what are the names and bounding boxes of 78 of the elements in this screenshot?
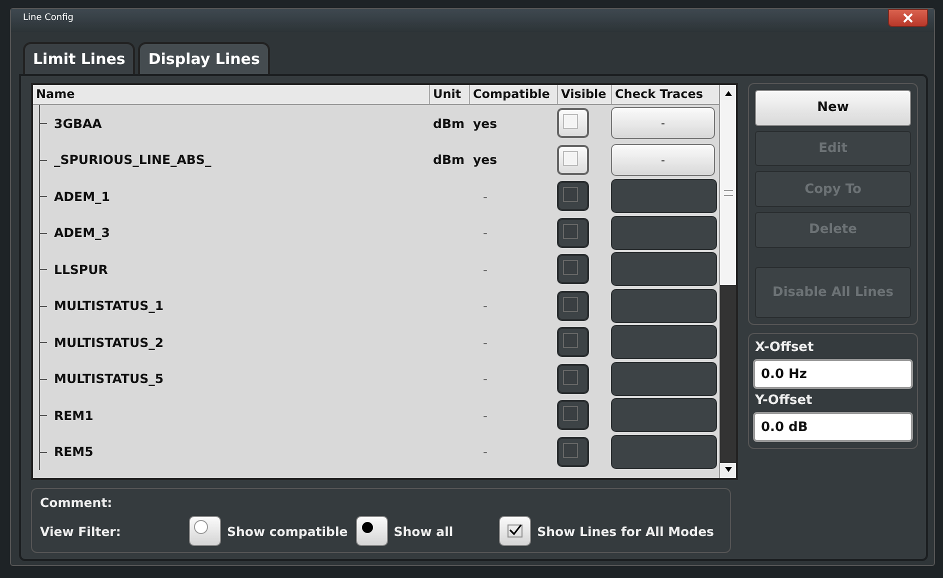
line-name[interactable]: ADEM_3	[50, 225, 110, 240]
close-button[interactable]	[888, 9, 928, 27]
tree-line	[39, 178, 50, 214]
compatible-text: -	[482, 444, 488, 460]
tab[interactable]: Limit Lines	[23, 42, 136, 74]
visible-checkbox[interactable]	[557, 181, 589, 212]
checkbox[interactable]	[499, 516, 532, 546]
compatible-text: -	[482, 188, 488, 204]
line-name[interactable]: MULTISTATUS_1	[50, 298, 164, 314]
radio-label[interactable]: Show compatible	[226, 524, 348, 538]
check-traces-button[interactable]: -	[611, 107, 715, 140]
column-header: Name	[35, 86, 76, 103]
visible-checkbox[interactable]	[557, 254, 589, 284]
visible-checkbox[interactable]	[557, 327, 589, 358]
compatible-text: -	[482, 225, 488, 240]
check-traces-button[interactable]	[611, 434, 717, 469]
comment-label: Comment:	[40, 495, 114, 510]
check-traces-button[interactable]	[611, 216, 717, 250]
check-traces-button[interactable]	[611, 325, 717, 360]
checkmark-icon	[507, 524, 524, 538]
line-name[interactable]: REM5	[50, 444, 94, 460]
tree-line	[39, 251, 50, 288]
check-traces-button[interactable]	[611, 288, 717, 323]
radio-button[interactable]	[188, 516, 221, 546]
check-traces-button[interactable]	[611, 362, 717, 396]
tree-line	[39, 397, 50, 434]
view-filter-label: View Filter:	[40, 524, 122, 538]
scrollbar[interactable]	[719, 85, 736, 478]
visible-checkbox[interactable]	[557, 108, 589, 138]
visible-checkbox[interactable]	[557, 144, 589, 175]
tree-line	[39, 105, 50, 142]
visible-checkbox[interactable]	[557, 218, 589, 248]
checkbox-label[interactable]: Show Lines for All Modes	[537, 524, 714, 538]
tree-line	[39, 288, 50, 324]
tree-line	[39, 142, 50, 178]
scroll-down-icon[interactable]	[724, 467, 732, 472]
line-name[interactable]: ADEM_1	[50, 188, 110, 204]
offset-field[interactable]: 0.0 Hz	[753, 359, 913, 389]
column-header: Compatible	[469, 85, 557, 104]
compatible-text: -	[482, 371, 488, 386]
radio-label[interactable]: Show all	[394, 524, 454, 538]
unit-text: dBm	[432, 152, 465, 168]
compatible-text: -	[482, 298, 488, 314]
column-header: Visible	[557, 85, 611, 104]
compatible-text: -	[482, 334, 488, 350]
check-traces-button[interactable]	[611, 398, 717, 432]
line-name[interactable]: MULTISTATUS_5	[50, 371, 164, 386]
compatible-text: -	[482, 262, 488, 277]
line-name[interactable]: MULTISTATUS_2	[50, 334, 164, 350]
line-name[interactable]: 3GBAA	[50, 116, 102, 131]
check-traces-button[interactable]: -	[611, 144, 715, 176]
compatible-text: -	[482, 408, 488, 423]
tab[interactable]: Display Lines	[138, 42, 270, 74]
offset-label: Y-Offset	[754, 393, 814, 408]
compatible-text: yes	[472, 152, 498, 168]
visible-checkbox[interactable]	[557, 436, 589, 467]
column-header: Unit	[429, 85, 469, 104]
radio-button[interactable]	[356, 516, 388, 546]
tree-line	[39, 434, 50, 470]
tree-line	[39, 214, 50, 251]
line-name[interactable]: LLSPUR	[50, 262, 108, 277]
visible-checkbox[interactable]	[557, 290, 589, 321]
window-title: Line Config	[22, 12, 74, 25]
check-traces-button[interactable]	[611, 252, 717, 286]
visible-checkbox[interactable]	[557, 400, 589, 430]
visible-checkbox[interactable]	[557, 364, 589, 394]
line-name[interactable]: REM1	[50, 408, 94, 423]
tree-line	[39, 360, 50, 397]
unit-text: dBm	[432, 116, 465, 131]
offset-field[interactable]: 0.0 dB	[753, 412, 913, 442]
action-button[interactable]: New	[755, 90, 911, 126]
close-icon	[903, 13, 913, 23]
offset-label: X-Offset	[754, 340, 815, 355]
compatible-text: yes	[472, 116, 498, 131]
tree-line	[39, 324, 50, 360]
scroll-up-icon[interactable]	[724, 91, 732, 96]
check-traces-button[interactable]	[611, 179, 717, 214]
line-name[interactable]: _SPURIOUS_LINE_ABS_	[50, 152, 212, 168]
